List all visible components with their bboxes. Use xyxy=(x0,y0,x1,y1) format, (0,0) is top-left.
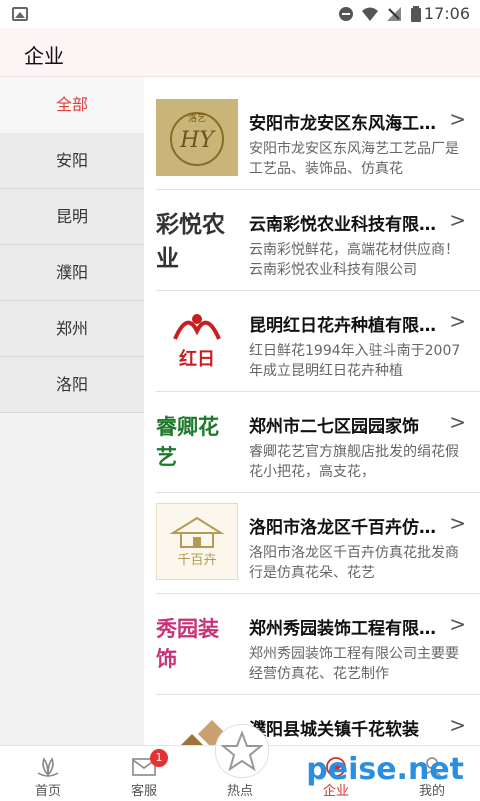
chevron-right-icon: > xyxy=(449,309,466,333)
company-logo-text: 红日 xyxy=(179,348,215,370)
red-sun-icon xyxy=(173,313,221,340)
svg-text:洛艺: 洛艺 xyxy=(188,112,206,124)
unread-badge: 1 xyxy=(150,749,168,767)
sidebar-item-anyang[interactable]: 安阳 xyxy=(0,133,144,189)
company-logo: 红日 xyxy=(156,301,238,378)
company-logo-text: 千百卉 xyxy=(177,553,217,568)
tab-label: 客服 xyxy=(130,784,157,799)
sidebar-item-kunming[interactable]: 昆明 xyxy=(0,189,144,245)
company-row[interactable]: 千百卉 洛阳市洛龙区千百卉仿真花 洛阳市洛龙区千百卉仿真花批发商行是仿真花朵、花… xyxy=(156,493,480,594)
chevron-right-icon: > xyxy=(449,107,466,131)
sidebar-item-all[interactable]: 全部 xyxy=(0,77,144,133)
chevron-right-icon: > xyxy=(449,511,466,535)
company-row[interactable]: 红日 昆明红日花卉种植有限公司 红日鲜花1994年入驻斗南于2007年成立昆明红… xyxy=(156,291,480,392)
hot-star-button[interactable] xyxy=(215,724,269,778)
company-logo: HY 洛艺 xyxy=(156,99,238,176)
tab-service[interactable]: 1 客服 xyxy=(96,746,192,801)
do-not-disturb-icon xyxy=(339,7,353,21)
tab-label: 热点 xyxy=(226,784,253,799)
company-name: 郑州秀园装饰工程有限公司 xyxy=(249,619,449,639)
company-description: 睿卿花艺官方旗舰店批发的绢花假花小把花，高支花， xyxy=(249,444,459,480)
battery-icon xyxy=(411,6,421,22)
company-logo-text: 睿卿花艺 xyxy=(156,413,219,469)
company-row[interactable]: 彩悦农业 云南彩悦农业科技有限公司 云南彩悦鲜花，高端花材供应商！ 云南彩悦农业… xyxy=(156,190,480,291)
company-list: HY 洛艺 安阳市龙安区东风海工艺品厂 安阳市龙安区东风海艺工艺品厂是工艺品、装… xyxy=(156,89,480,796)
chevron-right-icon: > xyxy=(449,612,466,636)
sidebar-item-luoyang[interactable]: 洛阳 xyxy=(0,357,144,413)
company-description: 郑州秀园装饰工程有限公司主要要经营仿真花、花艺制作 xyxy=(249,646,459,682)
no-signal-icon xyxy=(387,7,401,21)
company-logo: 秀园装饰 xyxy=(156,604,238,681)
company-logo-text: 彩悦农业 xyxy=(156,210,225,272)
company-description: 洛阳市洛龙区千百卉仿真花批发商行是仿真花朵、花艺 xyxy=(249,545,459,581)
sidebar-item-puyang[interactable]: 濮阳 xyxy=(0,245,144,301)
company-name: 洛阳市洛龙区千百卉仿真花 xyxy=(249,518,449,538)
company-logo: 睿卿花艺 xyxy=(156,402,238,479)
svg-text:HY: HY xyxy=(179,128,216,153)
chevron-right-icon: > xyxy=(449,208,466,232)
company-logo-text: 秀园装饰 xyxy=(156,615,219,671)
company-row[interactable]: 睿卿花艺 郑州市二七区园园家饰 睿卿花艺官方旗舰店批发的绢花假花小把花，高支花，… xyxy=(156,392,480,493)
city-filter-sidebar: 全部 安阳 昆明 濮阳 郑州 洛阳 xyxy=(0,77,144,745)
wifi-icon xyxy=(362,7,378,21)
sidebar-item-zhengzhou[interactable]: 郑州 xyxy=(0,301,144,357)
company-name: 濮阳县城关镇千花软装 xyxy=(249,720,419,740)
company-description: 红日鲜花1994年入驻斗南于2007年成立昆明红日花卉种植 xyxy=(249,343,461,379)
image-notification-icon xyxy=(12,7,28,21)
company-logo: 彩悦农业 xyxy=(156,200,238,277)
tab-home[interactable]: 首页 xyxy=(0,746,96,801)
status-time: 17:06 xyxy=(423,4,470,23)
app-header: 企业 xyxy=(0,28,480,77)
house-icon xyxy=(169,516,225,548)
chevron-right-icon: > xyxy=(449,713,466,737)
watermark: peise.net xyxy=(306,752,464,787)
company-logo: 千百卉 xyxy=(156,503,238,580)
company-row[interactable]: 秀园装饰 郑州秀园装饰工程有限公司 郑州秀园装饰工程有限公司主要要经营仿真花、花… xyxy=(156,594,480,695)
company-description: 安阳市龙安区东风海艺工艺品厂是工艺品、装饰品、仿真花 xyxy=(249,141,459,177)
company-name: 郑州市二七区园园家饰 xyxy=(249,417,419,437)
company-name: 安阳市龙安区东风海工艺品厂 xyxy=(249,114,449,134)
page-title: 企业 xyxy=(24,44,64,68)
star-icon xyxy=(220,730,264,772)
tab-label: 首页 xyxy=(34,784,61,799)
lotus-icon xyxy=(37,757,59,777)
company-name: 云南彩悦农业科技有限公司 xyxy=(249,215,449,235)
company-row[interactable]: HY 洛艺 安阳市龙安区东风海工艺品厂 安阳市龙安区东风海艺工艺品厂是工艺品、装… xyxy=(156,89,480,190)
chevron-right-icon: > xyxy=(449,410,466,434)
company-description: 云南彩悦鲜花，高端花材供应商！ 云南彩悦农业科技有限公司 xyxy=(249,242,459,278)
status-bar: 17:06 xyxy=(0,0,480,28)
company-name: 昆明红日花卉种植有限公司 xyxy=(249,316,449,336)
